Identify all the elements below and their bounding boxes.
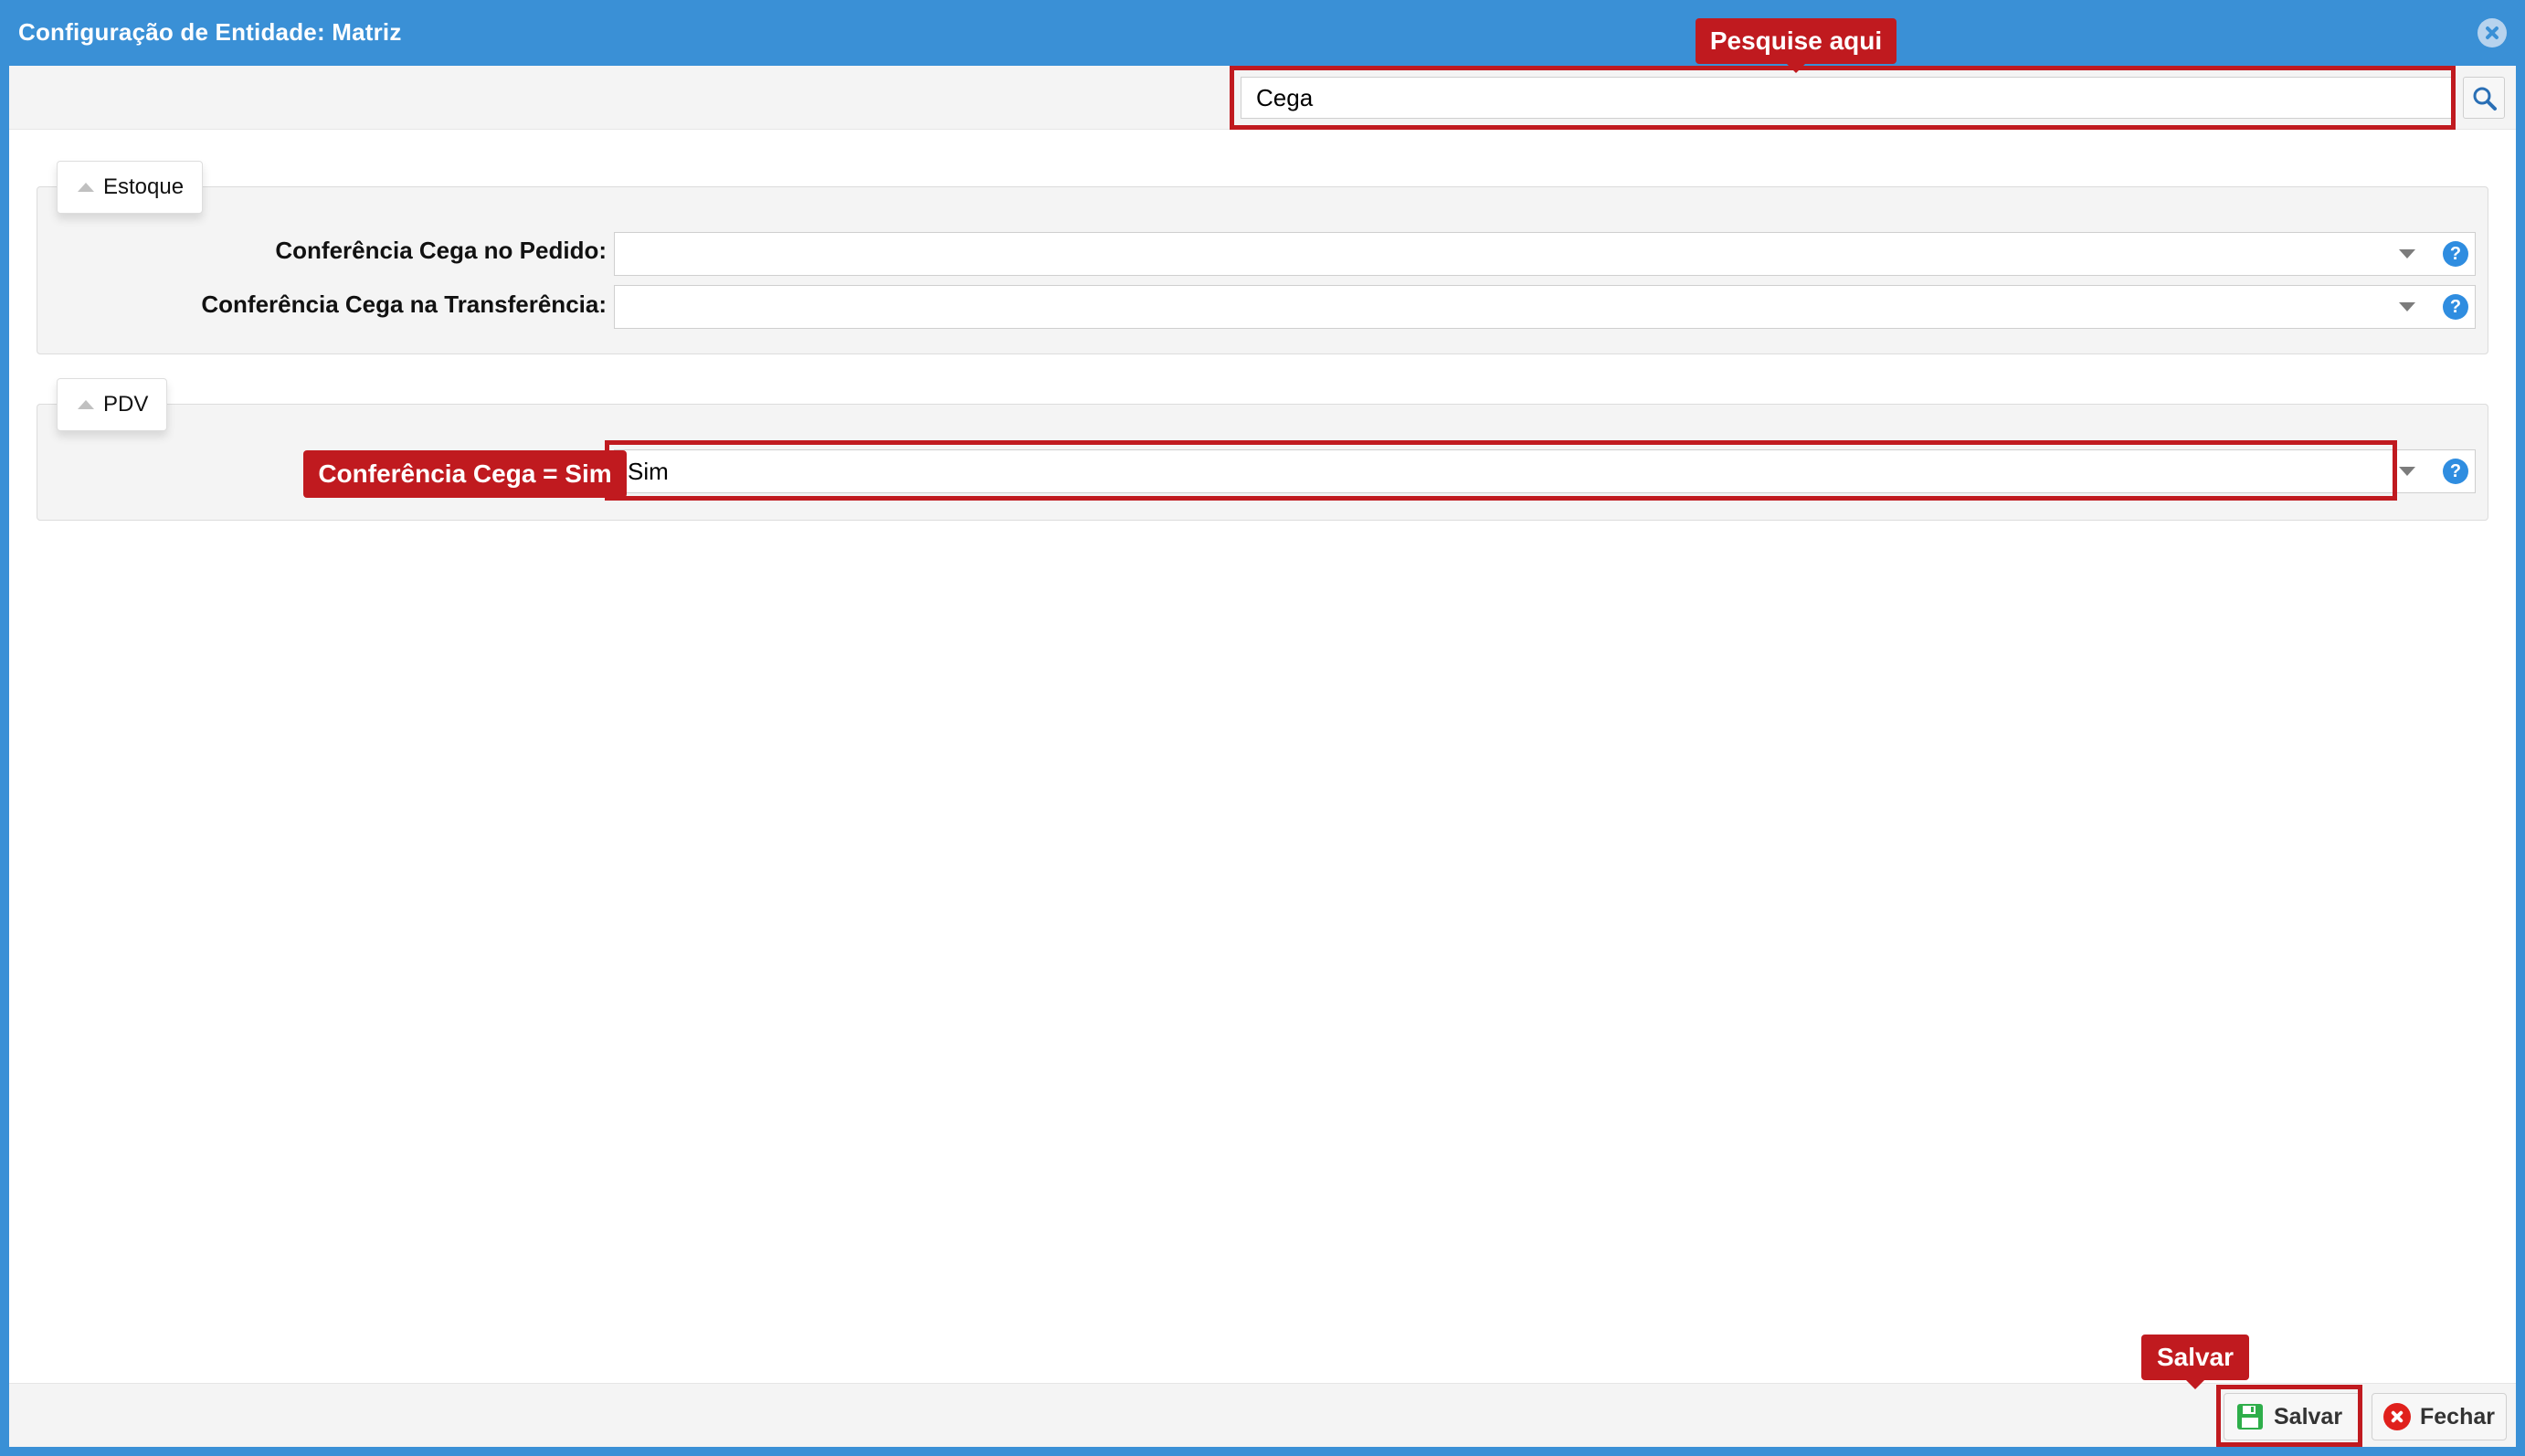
dropdown-arrow-icon[interactable] — [2399, 467, 2415, 476]
search-button[interactable] — [2463, 77, 2505, 119]
section-legend: Estoque — [103, 174, 185, 199]
collapse-arrow-icon — [78, 400, 94, 409]
config-dialog: Configuração de Entidade: Matriz Estoque… — [0, 0, 2525, 1456]
section-pdv-toggle[interactable]: PDV — [57, 378, 168, 431]
collapse-arrow-icon — [78, 183, 94, 192]
save-button-label: Salvar — [2274, 1403, 2343, 1430]
search-callout: Pesquise aqui — [1696, 18, 1896, 73]
search-icon — [2473, 87, 2497, 111]
search-toolbar — [9, 66, 2516, 130]
field-label-conferencia-transferencia: Conferência Cega na Transferência: — [201, 290, 607, 318]
close-button-label: Fechar — [2420, 1403, 2495, 1430]
help-icon[interactable]: ? — [2443, 459, 2468, 484]
close-icon — [2383, 1403, 2411, 1430]
dialog-titlebar: Configuração de Entidade: Matriz — [0, 0, 2525, 66]
search-input[interactable] — [1241, 77, 2454, 119]
field-callout: Conferência Cega = Sim — [303, 450, 627, 498]
help-icon[interactable]: ? — [2443, 294, 2468, 320]
dropdown-arrow-icon[interactable] — [2399, 249, 2415, 258]
close-button[interactable]: Fechar — [2372, 1393, 2507, 1440]
select-conferencia-pedido[interactable] — [614, 232, 2476, 276]
section-estoque-toggle[interactable]: Estoque — [57, 161, 204, 214]
close-circle-icon[interactable] — [2477, 18, 2507, 47]
save-button[interactable]: Salvar — [2224, 1393, 2362, 1440]
select-conferencia-cega[interactable]: Sim — [614, 449, 2476, 493]
select-conferencia-transferencia[interactable] — [614, 285, 2476, 329]
field-label-conferencia-pedido: Conferência Cega no Pedido: — [275, 237, 607, 264]
dialog-title: Configuração de Entidade: Matriz — [18, 18, 402, 46]
dialog-content: Estoque Conferência Cega no Pedido: ? Co… — [9, 66, 2516, 1447]
help-icon[interactable]: ? — [2443, 241, 2468, 267]
dialog-footer: Salvar Fechar — [9, 1383, 2516, 1447]
section-legend: PDV — [103, 392, 149, 417]
dropdown-arrow-icon[interactable] — [2399, 302, 2415, 311]
save-callout: Salvar — [2141, 1335, 2249, 1389]
save-icon — [2237, 1404, 2263, 1430]
